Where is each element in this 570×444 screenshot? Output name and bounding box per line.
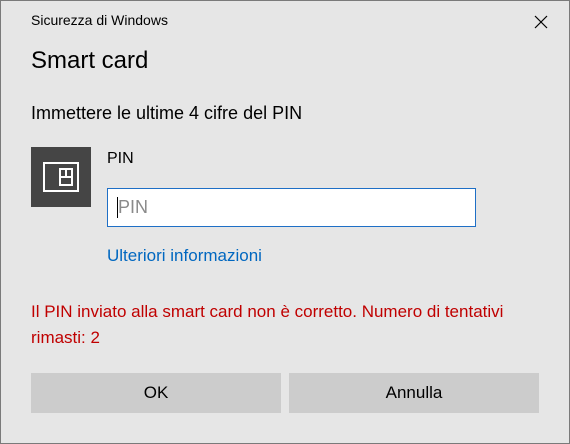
window-title: Sicurezza di Windows: [31, 12, 168, 28]
close-button[interactable]: [521, 7, 561, 37]
text-caret: [117, 197, 118, 218]
error-message: Il PIN inviato alla smart card non è cor…: [31, 302, 504, 347]
close-icon: [534, 15, 548, 29]
smart-card-tile: [31, 147, 91, 207]
pin-label: PIN: [107, 150, 134, 167]
dialog-heading: Smart card: [31, 47, 149, 74]
cancel-button[interactable]: Annulla: [289, 373, 539, 413]
pin-input[interactable]: [107, 188, 476, 227]
more-info-link[interactable]: Ulteriori informazioni: [107, 246, 262, 266]
windows-security-dialog: Sicurezza di Windows Smart card Immetter…: [0, 0, 570, 444]
pin-prompt: Immettere le ultime 4 cifre del PIN: [31, 103, 303, 123]
smart-card-icon: [43, 162, 79, 192]
ok-button[interactable]: OK: [31, 373, 281, 413]
